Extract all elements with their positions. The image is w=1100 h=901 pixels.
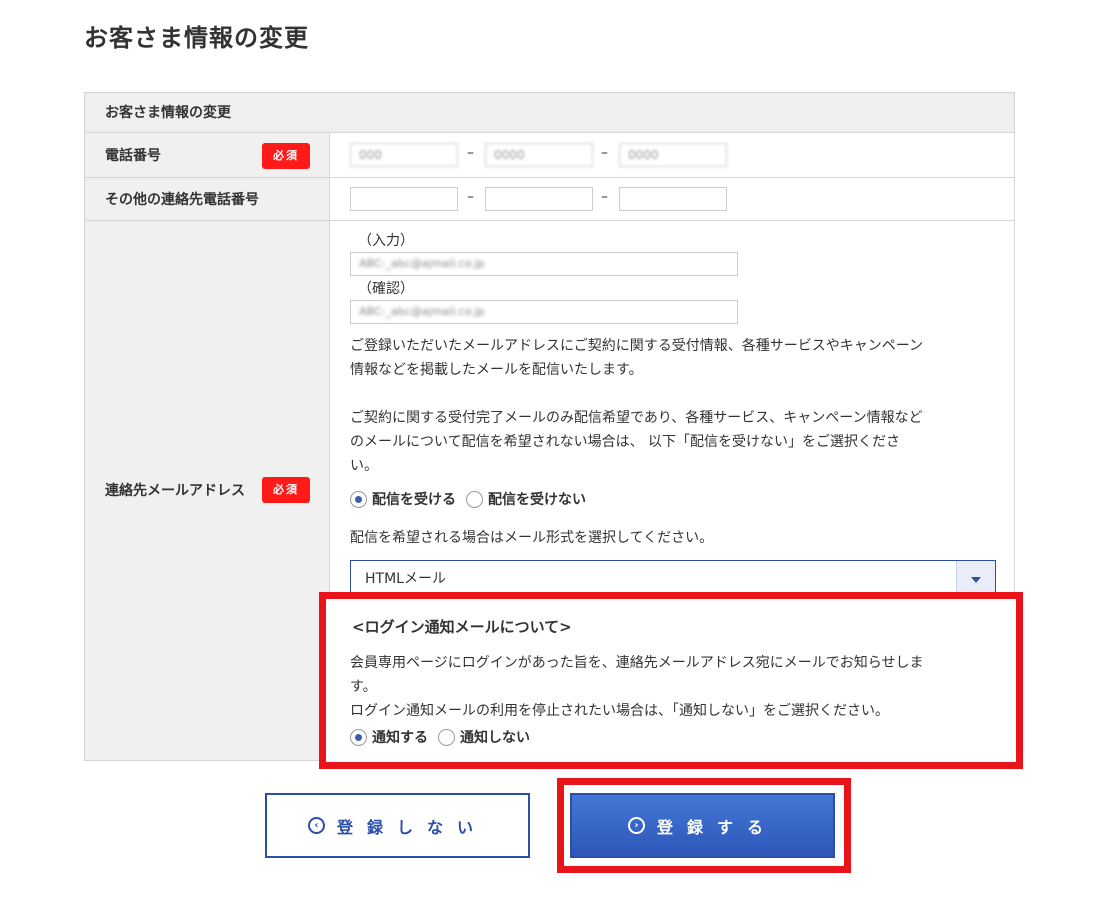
format-prompt: 配信を希望される場合はメール形式を選択してください。 xyxy=(350,530,714,546)
phone-separator: – xyxy=(601,189,608,205)
delivery-option-receive[interactable]: 配信を受ける xyxy=(350,489,456,509)
cancel-button[interactable]: ‹ 登録しない xyxy=(265,793,530,858)
email-input[interactable]: ABC-_abc@ajmail.co.jp xyxy=(350,252,738,276)
phone-field-2[interactable]: 0000 xyxy=(485,143,593,167)
phone-separator: – xyxy=(601,145,608,161)
delivery-option-decline[interactable]: 配信を受けない xyxy=(466,489,586,509)
other-phone-field-2[interactable] xyxy=(485,187,593,211)
phone-separator: – xyxy=(467,189,474,205)
email-input-label: （入力） xyxy=(358,233,414,249)
login-notice-title: <ログイン通知メールについて> xyxy=(352,618,572,636)
email-label: 連絡先メールアドレス xyxy=(105,483,245,499)
phone-separator: – xyxy=(467,145,474,161)
email-confirm-label: （確認） xyxy=(358,281,414,297)
required-badge: 必須 xyxy=(262,143,310,169)
other-phone-label: その他の連絡先電話番号 xyxy=(105,192,259,208)
phone-label: 電話番号 xyxy=(105,148,161,164)
notify-option-off[interactable]: 通知しない xyxy=(438,727,530,747)
other-phone-label-cell: その他の連絡先電話番号 xyxy=(85,178,330,221)
radio-unchecked-icon[interactable] xyxy=(466,490,483,508)
phone-label-cell: 電話番号 必須 xyxy=(85,133,330,178)
form-header: お客さま情報の変更 xyxy=(85,93,1014,133)
required-badge: 必須 xyxy=(262,477,310,503)
chevron-left-circle-icon: ‹ xyxy=(307,817,325,834)
page-title: お客さま情報の変更 xyxy=(84,24,309,52)
login-notice-radio-group: 通知する 通知しない xyxy=(350,727,540,747)
submit-button[interactable]: › 登録する xyxy=(570,793,835,858)
phone-field-3[interactable]: 0000 xyxy=(619,143,727,167)
email-description-2: ご契約に関する受付完了メールのみ配信希望であり、各種サービス、キャンペーン情報な… xyxy=(350,410,923,474)
delivery-radio-group: 配信を受ける 配信を受けない xyxy=(350,489,596,509)
email-description-1: ご登録いただいたメールアドレスにご契約に関する受付情報、各種サービスやキャンペー… xyxy=(350,338,924,378)
radio-unchecked-icon[interactable] xyxy=(438,728,455,746)
phone-field-1[interactable]: 000 xyxy=(350,143,458,167)
login-notice-box: <ログイン通知メールについて> 会員専用ページにログインがあった旨を、連絡先メー… xyxy=(319,592,1023,769)
radio-checked-icon[interactable] xyxy=(350,490,367,508)
other-phone-field-3[interactable] xyxy=(619,187,727,211)
radio-checked-icon[interactable] xyxy=(350,728,367,746)
other-phone-field-1[interactable] xyxy=(350,187,458,211)
chevron-right-circle-icon: › xyxy=(627,817,645,834)
email-confirm-input[interactable]: ABC-_abc@ajmail.co.jp xyxy=(350,300,738,324)
notify-option-on[interactable]: 通知する xyxy=(350,727,428,747)
login-notice-text: 会員専用ページにログインがあった旨を、連絡先メールアドレス宛にメールでお知らせし… xyxy=(350,655,924,719)
phone-value-cell: 000 – 0000 – 0000 xyxy=(330,133,1014,178)
email-label-cell: 連絡先メールアドレス 必須 xyxy=(85,221,330,760)
other-phone-value-cell: – – xyxy=(330,178,1014,221)
